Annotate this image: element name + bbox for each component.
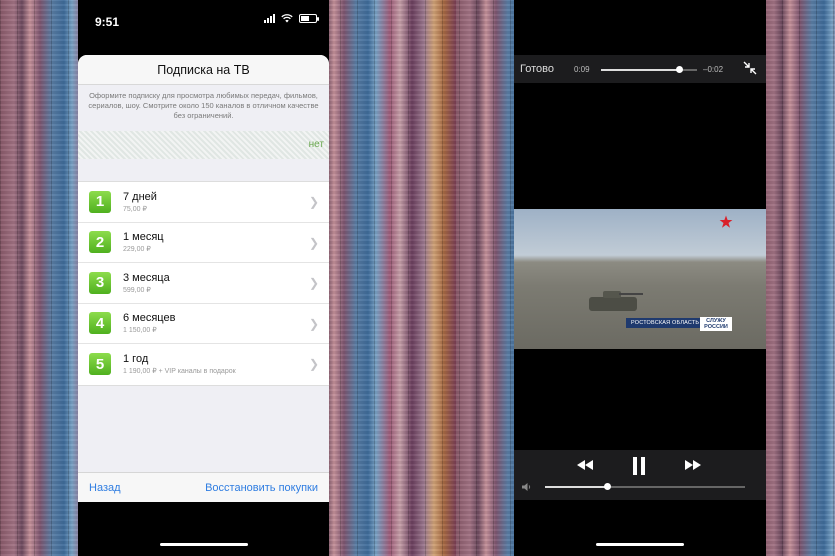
exit-fullscreen-icon[interactable] xyxy=(742,60,758,76)
subscription-sheet: Подписка на ТВ Оформите подписку для про… xyxy=(78,55,329,502)
plan-number-badge: 5 xyxy=(89,353,111,376)
plan-name: 3 месяца xyxy=(123,271,170,284)
right-phone-screen: Готово 0:09 –0:02 РОСТОВСКАЯ ОБЛАСТЬ СЛУ… xyxy=(514,0,766,556)
playback-scrubber[interactable] xyxy=(601,66,697,73)
battery-icon xyxy=(299,14,319,23)
wifi-icon xyxy=(281,14,293,23)
volume-slider[interactable] xyxy=(545,483,745,490)
plan-item-3-months[interactable]: 3 3 месяца 599,00 ₽ ❯ xyxy=(78,263,329,304)
home-indicator[interactable] xyxy=(596,543,684,546)
chevron-right-icon: ❯ xyxy=(308,235,319,250)
status-bar: 9:51 xyxy=(78,0,329,44)
plan-number-badge: 3 xyxy=(89,271,111,294)
signal-icon xyxy=(264,14,275,23)
plan-item-6-months[interactable]: 4 6 месяцев 1 150,00 ₽ ❯ xyxy=(78,304,329,344)
plan-item-7-days[interactable]: 1 7 дней 75,00 ₽ ❯ xyxy=(78,182,329,223)
chevron-right-icon: ❯ xyxy=(308,357,319,371)
location-caption: РОСТОВСКАЯ ОБЛАСТЬ xyxy=(626,318,705,328)
video-top-bar: Готово 0:09 –0:02 xyxy=(514,55,766,83)
done-button[interactable]: Готово xyxy=(520,63,554,75)
plan-price: 75,00 ₽ xyxy=(123,205,147,213)
plan-item-1-year[interactable]: 5 1 год 1 190,00 ₽ + VIP каналы в подаро… xyxy=(78,344,329,385)
volume-knob[interactable] xyxy=(603,483,611,490)
plan-name: 7 дней xyxy=(123,190,157,203)
channel-logo: СЛУЖУ РОССИИ xyxy=(700,317,732,331)
star-logo-icon xyxy=(719,215,733,228)
volume-fill xyxy=(545,486,607,488)
chevron-right-icon: ❯ xyxy=(308,316,319,331)
chevron-right-icon: ❯ xyxy=(308,276,319,290)
plan-number-badge: 2 xyxy=(89,231,111,254)
left-phone-screen: 9:51 Подписка на ТВ Оформите подписку дл… xyxy=(78,0,329,556)
plan-item-1-month[interactable]: 2 1 месяц 229,00 ₽ ❯ xyxy=(78,223,329,263)
promo-banner: нет xyxy=(78,131,329,159)
plan-number-badge: 4 xyxy=(89,312,111,335)
plan-price: 229,00 ₽ xyxy=(123,246,151,254)
video-controls xyxy=(514,450,766,500)
elapsed-time: 0:09 xyxy=(574,65,590,74)
chevron-right-icon: ❯ xyxy=(308,195,319,209)
back-button[interactable]: Назад xyxy=(89,482,121,494)
sheet-description: Оформите подписку для просмотра любимых … xyxy=(88,91,319,120)
pause-icon[interactable] xyxy=(631,457,647,475)
plan-name: 1 месяц xyxy=(123,231,164,244)
restore-purchases-button[interactable]: Восстановить покупки xyxy=(205,482,318,494)
plan-price: 1 150,00 ₽ xyxy=(123,327,157,335)
channel-logo-line2: РОССИИ xyxy=(704,324,728,330)
video-frame[interactable]: РОСТОВСКАЯ ОБЛАСТЬ СЛУЖУ РОССИИ xyxy=(514,209,766,349)
plan-price: 1 190,00 ₽ + VIP каналы в подарок xyxy=(123,368,236,376)
fast-forward-icon[interactable] xyxy=(684,458,702,472)
status-icons xyxy=(264,14,319,23)
remaining-time: –0:02 xyxy=(703,65,724,74)
rewind-icon[interactable] xyxy=(576,458,594,472)
scrubber-fill xyxy=(601,69,680,71)
banner-text: нет xyxy=(308,139,324,150)
plan-list: 1 7 дней 75,00 ₽ ❯ 2 1 месяц 229,00 ₽ ❯ … xyxy=(78,181,329,386)
plan-name: 1 год xyxy=(123,353,149,366)
home-indicator[interactable] xyxy=(159,543,248,546)
volume-icon xyxy=(522,483,531,491)
sheet-footer: Назад Восстановить покупки xyxy=(78,472,329,502)
plan-price: 599,00 ₽ xyxy=(123,286,151,294)
status-time: 9:51 xyxy=(95,15,120,29)
sheet-title: Подписка на ТВ xyxy=(78,55,329,85)
plan-number-badge: 1 xyxy=(89,190,111,213)
scrubber-knob[interactable] xyxy=(676,66,684,73)
plan-name: 6 месяцев xyxy=(123,312,176,325)
video-tank xyxy=(589,291,643,311)
